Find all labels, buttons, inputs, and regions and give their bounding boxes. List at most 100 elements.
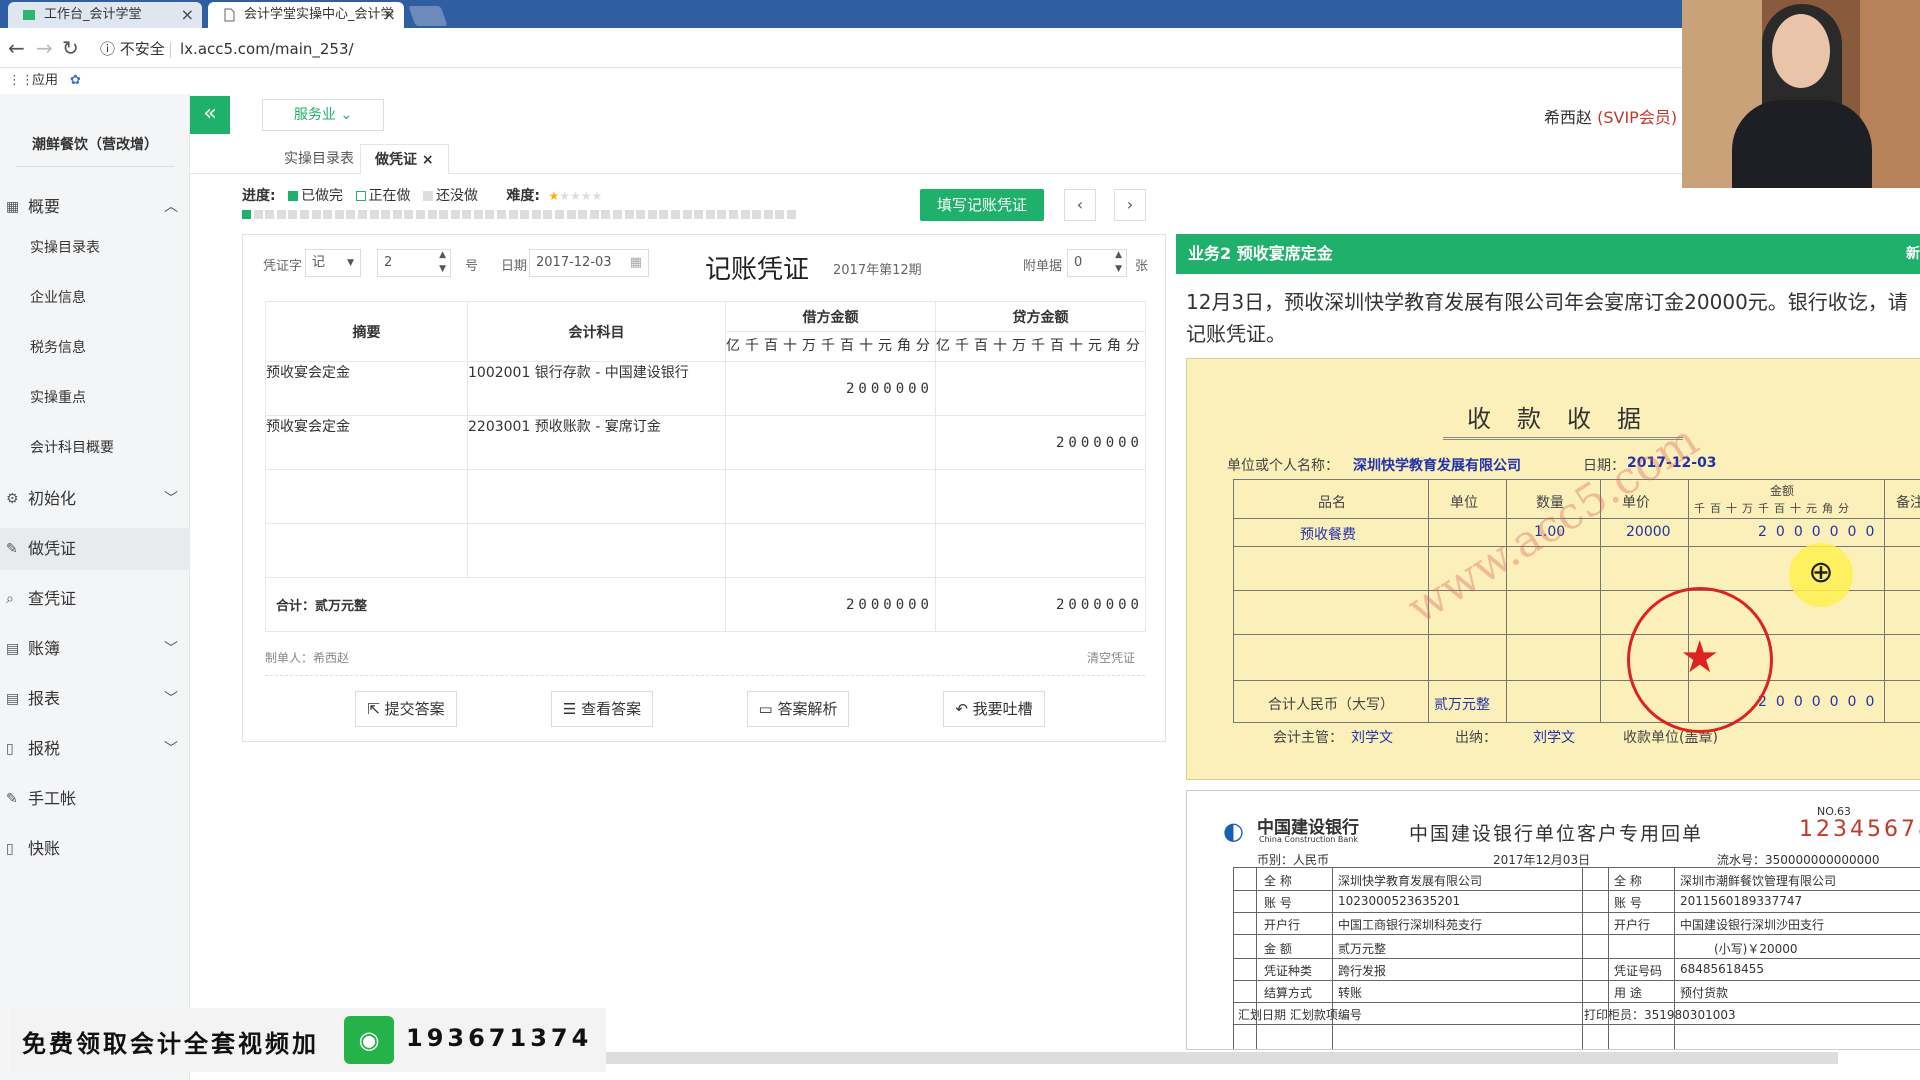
progress-segment [276, 210, 286, 219]
credit-cell[interactable] [935, 469, 1146, 524]
progress-segment [508, 210, 518, 219]
zoom-in-icon[interactable]: ⊕ [1789, 543, 1853, 607]
sidebar-item-label: 账簿 [28, 639, 61, 658]
sidebar-item-ledger[interactable]: ▤ 账簿 ﹀ [0, 628, 190, 670]
new-task-link[interactable]: 新 [1906, 234, 1920, 274]
reload-icon[interactable]: ↻ [62, 36, 79, 60]
sidebar-item-init[interactable]: ⚙ 初始化 ﹀ [0, 478, 190, 520]
summary-cell[interactable] [265, 523, 468, 578]
account-cell[interactable] [467, 523, 726, 578]
progress-segment [381, 210, 391, 219]
difficulty-label: 难度: [506, 188, 541, 204]
address-toolbar: ← → ↻ ⓘ 不安全 lx.acc5.com/main_253/ [0, 28, 1920, 68]
view-answer-button[interactable]: ☰ 查看答案 [551, 691, 653, 727]
horizontal-scrollbar[interactable] [606, 1052, 1838, 1064]
sidebar-subitem-key-points[interactable]: 实操重点 [0, 378, 190, 418]
progress-segment [752, 210, 762, 219]
progress-label: 进度: [242, 188, 276, 204]
payer-account-label: 账 号 [1264, 896, 1292, 910]
amount-small: (小写)￥20000 [1714, 942, 1798, 956]
summary-cell[interactable]: 预收宴会定金 [265, 361, 468, 416]
forward-icon[interactable]: → [36, 36, 53, 60]
close-tab-icon[interactable]: × [383, 2, 396, 28]
company-name[interactable]: 潮鲜餐饮（营改增） [0, 134, 190, 154]
account-cell[interactable]: 1002001 银行存款 - 中国建设银行 [467, 361, 726, 416]
browser-tab-workbench[interactable]: 工作台_会计学堂 × [8, 2, 202, 28]
sidebar-subitem-accounts[interactable]: 会计科目概要 [0, 428, 190, 468]
supervisor-label: 会计主管： [1273, 730, 1343, 746]
tab-make-voucher[interactable]: 做凭证 × [360, 144, 449, 174]
submit-answer-button[interactable]: ⇱ 提交答案 [355, 691, 457, 727]
chevron-down-icon: ﹀ [164, 491, 178, 507]
industry-dropdown[interactable]: 服务业 ⌄ [262, 99, 384, 131]
sidebar-subitem-catalog[interactable]: 实操目录表 [0, 228, 190, 268]
next-task-button[interactable]: › [1114, 189, 1146, 221]
browser-tab-practice[interactable]: 会计学堂实操中心_会计学 × [208, 2, 404, 28]
apps-bookmark[interactable]: 应用 [32, 68, 58, 94]
voucher-word-select[interactable]: 记 ▼ [305, 249, 361, 277]
address-bar[interactable]: ⓘ 不安全 lx.acc5.com/main_253/ [92, 34, 1672, 64]
back-icon[interactable]: ← [8, 36, 25, 60]
print-teller: 打印柜员：351980301003 [1584, 1008, 1736, 1022]
table-row[interactable] [265, 523, 1146, 578]
attach-count-stepper[interactable]: 0 ▲ ▼ [1067, 249, 1127, 277]
task-title: 业务2 预收宴席定金 [1188, 244, 1333, 263]
clear-voucher-link[interactable]: 清空凭证 [1087, 649, 1135, 666]
credit-cell[interactable] [935, 523, 1146, 578]
voucher-date-label: 日期 [501, 259, 528, 274]
progress-segment [694, 210, 704, 219]
table-row[interactable]: 预收宴会定金 1002001 银行存款 - 中国建设银行 2000000 [265, 361, 1146, 416]
sidebar-item-make-voucher[interactable]: ✎ 做凭证 [0, 528, 190, 570]
prev-task-button[interactable]: ‹ [1064, 189, 1096, 221]
sidebar-item-overview[interactable]: ▦ 概要 ︿ [0, 186, 190, 228]
voucher-date-input[interactable]: 2017-12-03 ▦ [529, 249, 649, 277]
summary-cell[interactable]: 预收宴会定金 [265, 415, 468, 470]
account-cell[interactable] [467, 469, 726, 524]
sidebar-item-label: 报税 [28, 739, 61, 758]
debit-cell[interactable] [725, 415, 936, 470]
progress-segment [473, 210, 483, 219]
debit-cell[interactable] [725, 523, 936, 578]
col-header-name: 品名 [1318, 495, 1346, 511]
voucher-number-stepper[interactable]: 2 ▲ ▼ [377, 249, 451, 277]
grid-line [1234, 1024, 1920, 1025]
amount-label: 金 额 [1264, 942, 1292, 956]
sidebar-item-manual[interactable]: ✎ 手工帐 [0, 778, 190, 820]
sidebar-item-tax[interactable]: ▯ 报税 ﹀ [0, 728, 190, 770]
voucher-title: 记账凭证 [705, 255, 810, 285]
debit-cell[interactable]: 2000000 [725, 361, 936, 416]
caret-down-icon: ▼ [347, 258, 354, 268]
attach-count-value: 0 [1074, 255, 1083, 270]
user-info[interactable]: 希西赵 (SVIP会员) [1544, 104, 1677, 128]
sidebar-subitem-company-info[interactable]: 企业信息 [0, 278, 190, 318]
sidebar-subitem-tax-info[interactable]: 税务信息 [0, 328, 190, 368]
close-tab-icon[interactable]: × [181, 2, 194, 28]
debit-digit-units: 亿千百十万千百十元角分 [725, 331, 936, 362]
apps-icon[interactable]: ⋮⋮ [8, 68, 34, 94]
sidebar-item-query-voucher[interactable]: ⌕ 查凭证 [0, 578, 190, 620]
table-row[interactable]: 预收宴会定金 2203001 预收账款 - 宴席订金 2000000 [265, 415, 1146, 470]
slip-no: 12345678 [1799, 817, 1920, 842]
credit-digit-units: 亿千百十万千百十元角分 [935, 331, 1146, 362]
tab-catalog[interactable]: 实操目录表 [270, 144, 368, 174]
debit-cell[interactable] [725, 469, 936, 524]
sidebar-item-label: 概要 [28, 197, 61, 216]
baidu-icon[interactable]: ✿ [70, 68, 81, 94]
sidebar-item-reports[interactable]: ▤ 报表 ﹀ [0, 678, 190, 720]
sidebar-item-quick[interactable]: ▯ 快账 [0, 828, 190, 870]
table-row[interactable] [265, 469, 1146, 524]
security-indicator[interactable]: ⓘ 不安全 [100, 34, 165, 64]
new-tab-button[interactable] [408, 6, 448, 26]
voucher-type: 跨行发报 [1338, 964, 1387, 978]
collapse-sidebar-button[interactable]: « [190, 96, 230, 134]
summary-cell[interactable] [265, 469, 468, 524]
feedback-button[interactable]: ↶ 我要吐槽 [943, 691, 1045, 727]
account-cell[interactable]: 2203001 预收账款 - 宴席订金 [467, 415, 726, 470]
fill-voucher-button[interactable]: 填写记账凭证 [920, 189, 1044, 221]
credit-cell[interactable]: 2000000 [935, 415, 1146, 470]
sidebar-item-label: 初始化 [28, 489, 77, 508]
answer-analysis-button[interactable]: ▭ 答案解析 [747, 691, 849, 727]
external-link-icon: ⇱ [367, 700, 385, 718]
credit-cell[interactable] [935, 361, 1146, 416]
payer-name: 深圳快学教育发展有限公司 [1353, 458, 1521, 474]
